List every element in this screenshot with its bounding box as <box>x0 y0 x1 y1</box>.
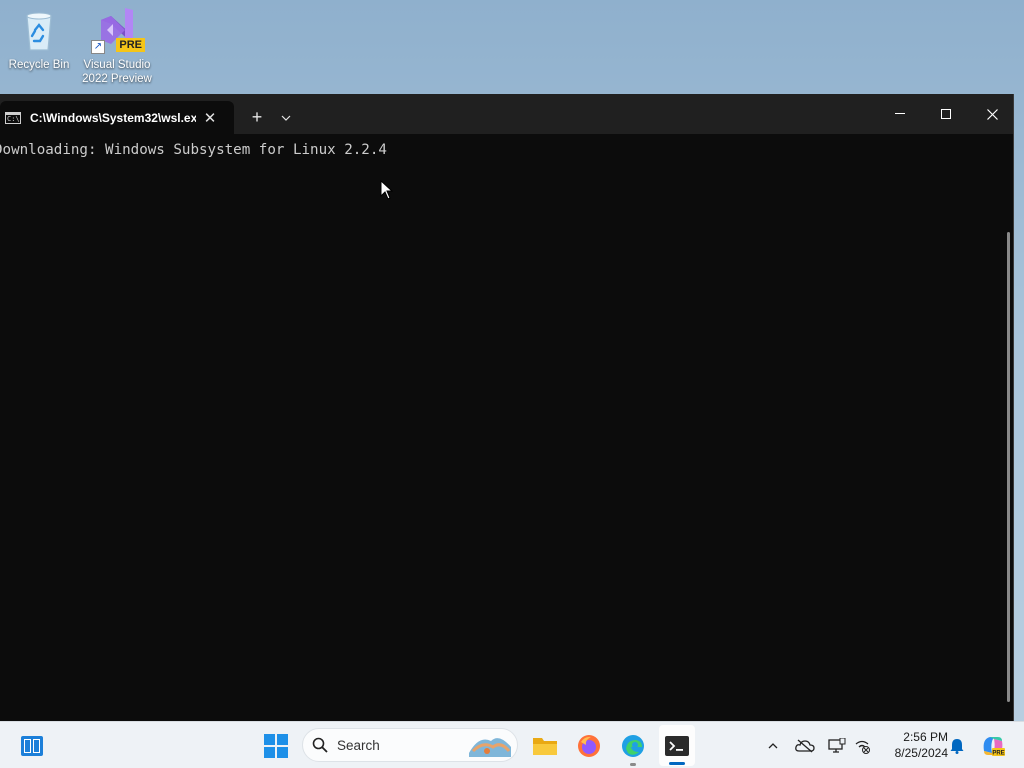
recycle-bin-icon <box>15 6 63 54</box>
file-explorer-button[interactable] <box>527 722 563 768</box>
onedrive-tray-button[interactable] <box>793 722 817 768</box>
chevron-up-icon <box>768 742 778 748</box>
pre-badge: PRE <box>116 38 145 52</box>
plus-icon: + <box>251 107 263 127</box>
bell-icon <box>950 738 964 754</box>
clock-time: 2:56 PM <box>903 730 948 744</box>
search-box[interactable]: Search <box>302 728 518 762</box>
folder-icon <box>533 737 557 755</box>
widgets-button[interactable] <box>14 722 50 768</box>
network-disconnected-icon <box>855 740 870 754</box>
search-highlight-image <box>467 731 513 764</box>
close-icon <box>986 108 998 120</box>
widgets-icon <box>21 735 43 756</box>
minimize-button[interactable] <box>877 94 923 134</box>
mouse-pointer-icon <box>380 180 394 200</box>
visual-studio-label: Visual Studio 2022 Preview <box>82 59 152 85</box>
tab-dropdown-button[interactable] <box>272 101 300 134</box>
maximize-icon <box>941 109 951 119</box>
chevron-down-icon <box>281 115 291 121</box>
copilot-button[interactable]: PRE <box>978 722 1008 768</box>
display-tray-button[interactable] <box>826 722 848 768</box>
title-bar[interactable]: C:\ C:\Windows\System32\wsl.ex ✕ + <box>0 94 1013 134</box>
active-indicator <box>669 762 685 765</box>
visual-studio-icon: PRE ↗ <box>91 6 145 54</box>
recycle-bin-label: Recycle Bin <box>8 59 70 71</box>
cloud-off-icon <box>795 739 815 752</box>
tab-title: C:\Windows\System32\wsl.ex <box>30 110 196 125</box>
new-tab-button[interactable]: + <box>242 101 272 134</box>
tab-wsl[interactable]: C:\ C:\Windows\System32\wsl.ex ✕ <box>0 101 234 134</box>
clock-date: 8/25/2024 <box>894 746 948 760</box>
close-window-button[interactable] <box>969 94 1015 134</box>
scrollbar[interactable] <box>1007 232 1010 702</box>
windows-logo-icon <box>264 733 288 758</box>
firefox-icon <box>578 734 600 757</box>
close-tab-icon[interactable]: ✕ <box>200 109 220 127</box>
search-placeholder: Search <box>337 737 380 753</box>
terminal-window[interactable]: C:\ C:\Windows\System32\wsl.ex ✕ + Downl… <box>0 94 1014 721</box>
terminal-icon <box>665 735 689 756</box>
edge-icon <box>622 734 644 757</box>
monitor-icon <box>828 737 846 753</box>
terminal-taskbar-button[interactable] <box>659 725 695 766</box>
shortcut-arrow-icon: ↗ <box>91 40 105 54</box>
search-icon <box>303 737 337 753</box>
firefox-button[interactable] <box>571 722 607 768</box>
running-indicator <box>630 763 636 766</box>
recycle-bin-desktop-icon[interactable]: Recycle Bin <box>1 6 77 72</box>
copilot-icon: PRE <box>983 736 1005 756</box>
clock[interactable]: 2:56 PM 8/25/2024 <box>878 729 948 761</box>
edge-button[interactable] <box>615 722 651 768</box>
maximize-button[interactable] <box>923 94 969 134</box>
start-button[interactable] <box>258 722 294 768</box>
taskbar: Search 2:56 PM 8/25/2024 PRE <box>0 721 1024 768</box>
visual-studio-desktop-icon[interactable]: PRE ↗ Visual Studio 2022 Preview <box>79 6 155 86</box>
network-tray-button[interactable] <box>852 722 874 768</box>
svg-text:PRE: PRE <box>992 750 1004 756</box>
console-output[interactable]: Downloading: Windows Subsystem for Linux… <box>0 142 387 158</box>
minimize-icon <box>895 113 905 114</box>
notifications-button[interactable] <box>946 722 968 768</box>
console-icon: C:\ <box>5 111 21 124</box>
show-hidden-icons-button[interactable] <box>762 722 784 768</box>
